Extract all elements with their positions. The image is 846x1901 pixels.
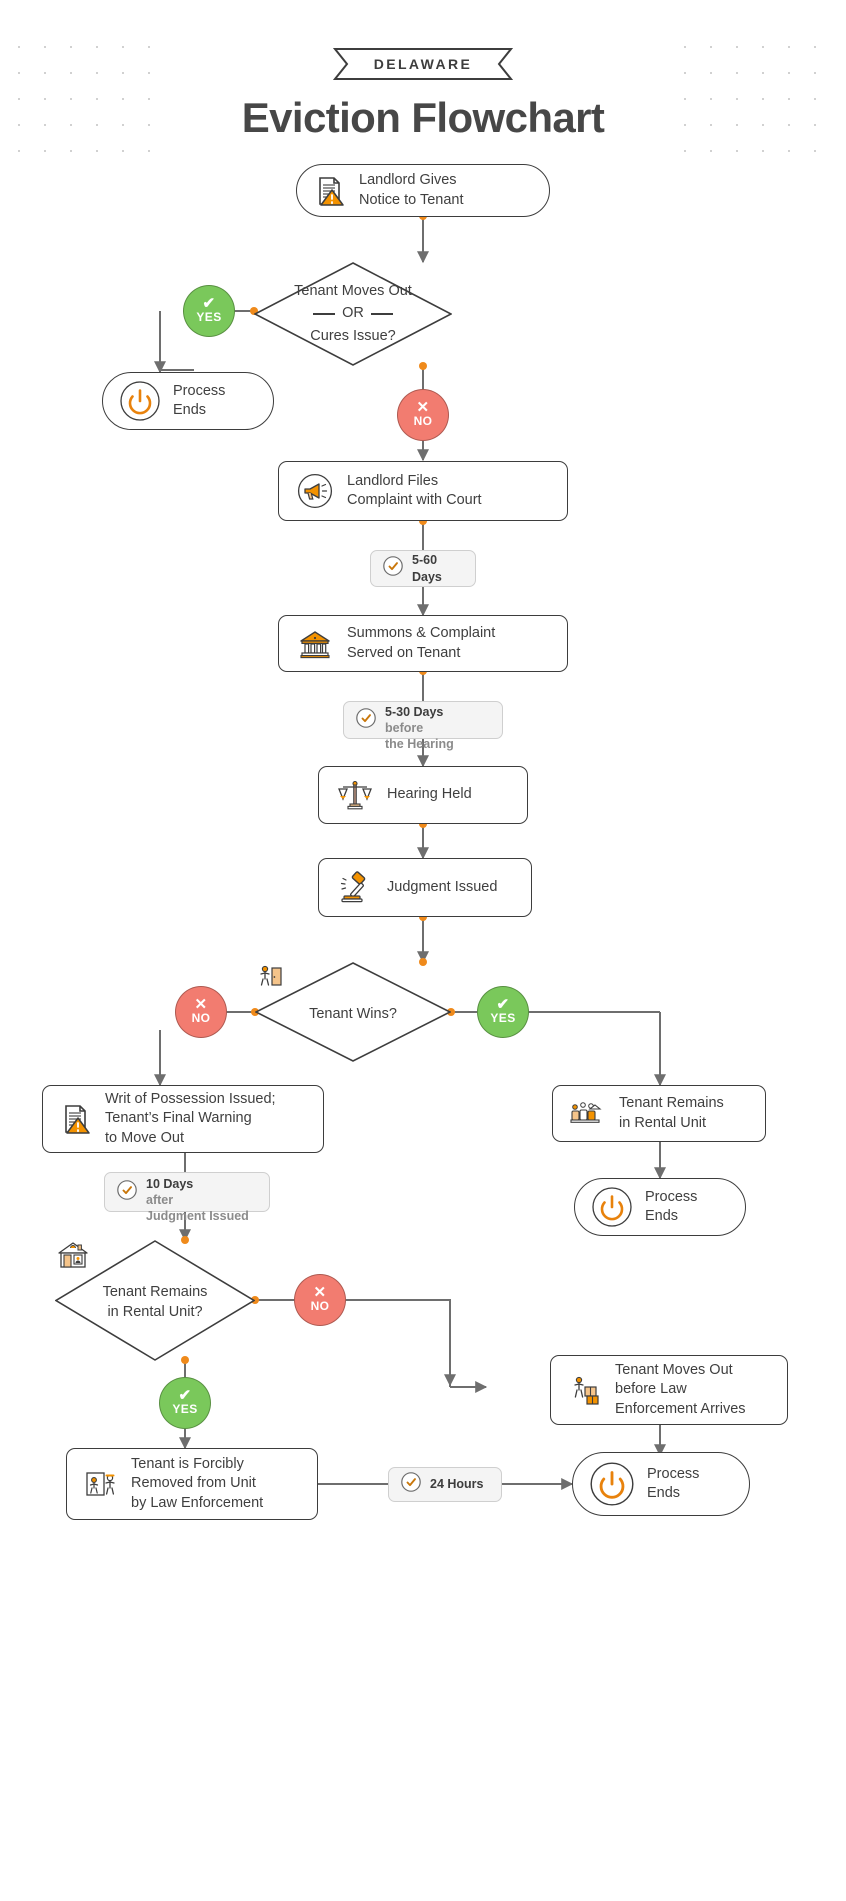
courthouse-icon [295,624,335,664]
timebox-qualifier: after Judgment Issued [146,1193,249,1224]
scales-icon [335,775,375,815]
timebox-10-days-after-judgment: 10 Days after Judgment Issued [104,1172,270,1223]
check-icon: ✔ [178,1387,192,1404]
node-process-ends-1[interactable]: Process Ends [102,372,274,430]
node-process-ends-2[interactable]: Process Ends [574,1178,746,1236]
megaphone-icon [295,471,335,511]
node-judgment-issued[interactable]: Judgment Issued [318,858,532,917]
badge-yes-moves-out[interactable]: ✔ YES [183,285,235,337]
badge-label: NO [413,414,433,428]
gavel-icon [335,868,375,908]
close-icon: ✕ [313,1284,327,1301]
node-label: Process Ends [645,1188,698,1224]
decision-label: Tenant Remains in Rental Unit? [102,1284,208,1320]
timebox-5-30-days-before-hearing: 5-30 Days before the Hearing [343,701,503,751]
document-warning-icon [59,1102,93,1136]
power-icon [589,1461,635,1507]
power-icon [119,380,161,422]
node-process-ends-3[interactable]: Process Ends [572,1452,750,1516]
timebox-duration: 10 Days [146,1176,194,1191]
flowchart-canvas: Landlord Gives Notice to Tenant Tenant M… [0,0,846,1901]
clock-icon [116,1179,138,1205]
badge-label: YES [196,310,222,324]
node-label: Summons & Complaint Served on Tenant [347,625,496,661]
node-label: Process Ends [647,1465,700,1501]
check-icon: ✔ [202,295,216,312]
officer-removal-icon [83,1467,119,1501]
moving-boxes-icon [567,1373,603,1407]
badge-label: YES [490,1011,516,1025]
divider-right [370,313,393,315]
decision-tenant-moves-out[interactable]: Tenant Moves Out OR Cures Issue? [254,262,452,366]
badge-no-tenant-remains[interactable]: ✕ NO [294,1274,346,1326]
check-icon: ✔ [496,996,510,1013]
decision-label-line3: Cures Issue? [310,327,396,344]
decision-label-line2: OR [342,305,364,322]
node-label: Judgment Issued [387,878,498,895]
timebox-label: 5-60 Days [412,553,442,584]
decision-label-line1: Tenant Moves Out [294,282,412,299]
node-tenant-forcibly-removed[interactable]: Tenant is Forcibly Removed from Unit by … [66,1448,318,1520]
decision-label: Tenant Wins? [309,1006,397,1023]
power-icon [591,1186,633,1228]
timebox-duration: 24 Hours [430,1477,484,1492]
node-label: Tenant Remains in Rental Unit [619,1095,724,1131]
node-label: Tenant is Forcibly Removed from Unit by … [131,1456,264,1511]
badge-label: YES [172,1402,198,1416]
badge-yes-tenant-remains[interactable]: ✔ YES [159,1377,211,1429]
node-summons-complaint-served[interactable]: Summons & Complaint Served on Tenant [278,615,568,672]
node-tenant-remains-in-unit[interactable]: Tenant Remains in Rental Unit [552,1085,766,1142]
close-icon: ✕ [194,996,208,1013]
node-label: Hearing Held [387,786,472,803]
node-tenant-moves-out-before-law-enforcement[interactable]: Tenant Moves Out before Law Enforcement … [550,1355,788,1425]
timebox-5-60-days: 5-60 Days [370,550,476,587]
close-icon: ✕ [416,399,430,416]
divider-left [313,313,336,315]
badge-yes-tenant-wins[interactable]: ✔ YES [477,986,529,1038]
clock-icon [400,1471,422,1497]
family-home-icon [569,1097,607,1131]
node-landlord-gives-notice[interactable]: Landlord Gives Notice to Tenant [296,164,550,217]
badge-label: NO [191,1011,211,1025]
timebox-qualifier: before the Hearing [385,721,454,752]
node-label: Writ of Possession Issued; Tenant’s Fina… [105,1091,276,1146]
decision-tenant-remains-in-unit[interactable]: Tenant Remains in Rental Unit? [55,1240,255,1361]
badge-label: NO [310,1299,330,1313]
badge-no-tenant-wins[interactable]: ✕ NO [175,986,227,1038]
clock-icon [355,707,377,733]
node-label: Landlord Files Complaint with Court [347,472,482,508]
node-hearing-held[interactable]: Hearing Held [318,766,528,824]
timebox-24-hours: 24 Hours [388,1467,502,1502]
node-writ-of-possession[interactable]: Writ of Possession Issued; Tenant’s Fina… [42,1085,324,1153]
document-warning-icon [313,174,347,208]
timebox-duration: 5-30 Days [385,704,444,719]
node-label: Process Ends [173,382,226,418]
decision-tenant-wins[interactable]: Tenant Wins? [255,962,451,1062]
clock-icon [382,555,404,581]
node-label: Tenant Moves Out before Law Enforcement … [615,1362,746,1417]
badge-no-moves-out[interactable]: ✕ NO [397,389,449,441]
node-label: Landlord Gives Notice to Tenant [359,172,464,208]
node-landlord-files-complaint[interactable]: Landlord Files Complaint with Court [278,461,568,521]
